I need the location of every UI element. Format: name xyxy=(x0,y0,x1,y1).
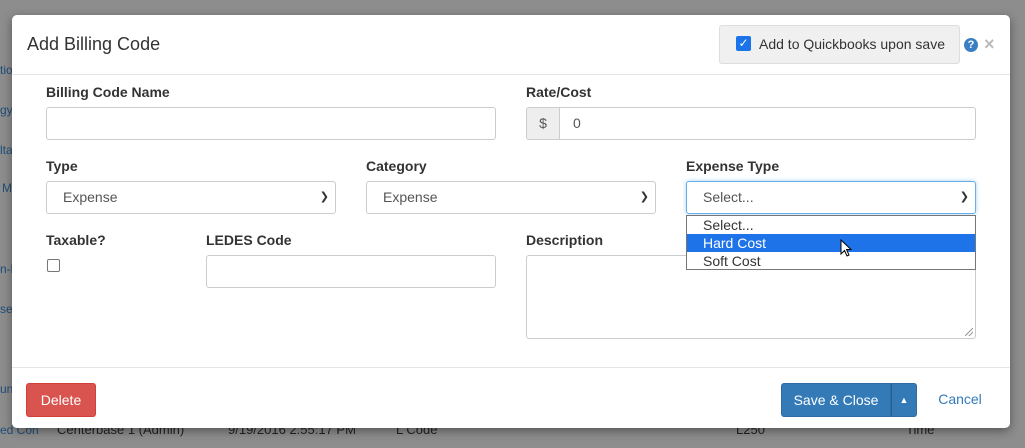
type-label: Type xyxy=(46,158,78,174)
modal-footer: Delete Save & Close ▲ Cancel xyxy=(12,367,1010,428)
modal-title: Add Billing Code xyxy=(27,34,161,54)
resize-grip-icon[interactable] xyxy=(965,328,973,336)
rate-cost-input[interactable]: 0 xyxy=(559,107,976,140)
type-select-value: Expense xyxy=(63,189,118,205)
type-select[interactable]: Expense ❯ xyxy=(46,181,336,214)
chevron-down-icon: ❯ xyxy=(319,191,329,203)
delete-button[interactable]: Delete xyxy=(26,383,96,417)
quickbooks-option[interactable]: ✓ Add to Quickbooks upon save xyxy=(719,25,960,64)
background-link: gy xyxy=(0,103,13,117)
cancel-link[interactable]: Cancel xyxy=(930,383,990,417)
category-select[interactable]: Expense ❯ xyxy=(366,181,656,214)
background-link: se xyxy=(0,302,13,316)
rate-cost-label: Rate/Cost xyxy=(526,84,592,100)
background-link: lta xyxy=(0,143,13,157)
dropdown-option[interactable]: Soft Cost xyxy=(687,252,975,270)
modal-header: Add Billing Code ✓ Add to Quickbooks upo… xyxy=(12,15,1010,75)
quickbooks-checkbox[interactable]: ✓ xyxy=(736,36,751,51)
currency-addon: $ xyxy=(526,107,559,140)
billing-code-name-label: Billing Code Name xyxy=(46,84,170,100)
chevron-down-icon: ❯ xyxy=(639,191,649,203)
expense-type-dropdown[interactable]: Select... Hard Cost Soft Cost xyxy=(686,215,976,270)
taxable-checkbox[interactable] xyxy=(47,259,60,272)
expense-type-select-value: Select... xyxy=(703,189,754,205)
close-icon[interactable]: × xyxy=(984,34,995,55)
dropdown-option[interactable]: Select... xyxy=(687,216,975,234)
mouse-cursor-icon xyxy=(840,239,853,257)
expense-type-select[interactable]: Select... ❯ xyxy=(686,181,976,214)
add-billing-code-modal: Add Billing Code ✓ Add to Quickbooks upo… xyxy=(12,15,1010,428)
chevron-down-icon: ❯ xyxy=(959,191,969,203)
billing-code-name-input[interactable] xyxy=(46,107,496,140)
background-link: tio xyxy=(0,63,13,77)
dropdown-option-highlighted[interactable]: Hard Cost xyxy=(687,234,975,252)
background-link: M xyxy=(2,181,12,195)
expense-type-label: Expense Type xyxy=(686,158,780,174)
category-label: Category xyxy=(366,158,427,174)
quickbooks-label[interactable]: Add to Quickbooks upon save xyxy=(759,36,945,52)
help-icon[interactable]: ? xyxy=(964,38,978,52)
taxable-label: Taxable? xyxy=(46,232,106,248)
category-select-value: Expense xyxy=(383,189,438,205)
save-options-caret-icon[interactable]: ▲ xyxy=(891,383,917,417)
description-label: Description xyxy=(526,232,604,248)
ledes-code-input[interactable] xyxy=(206,255,496,288)
ledes-code-label: LEDES Code xyxy=(206,232,292,248)
save-close-button[interactable]: Save & Close xyxy=(781,383,891,417)
